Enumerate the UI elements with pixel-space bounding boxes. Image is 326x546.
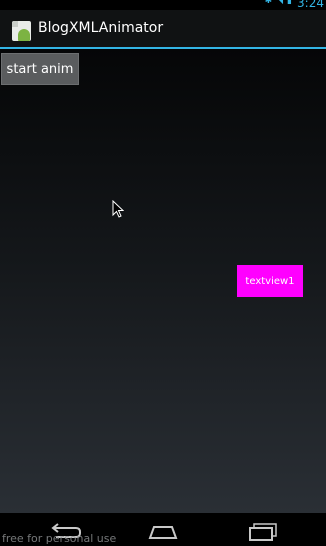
navigation-bar: free for personal use [0,513,326,546]
recent-apps-icon[interactable] [246,521,280,541]
status-icons: ✱ ◥ ▮ [265,0,292,6]
home-icon[interactable] [146,521,180,541]
status-clock: 3:24 [297,0,324,10]
status-bar: ✱ ◥ ▮ 3:24 [0,0,326,10]
app-icon-fold [12,21,18,27]
battery-icon: ▮ [287,0,292,6]
main-content: start anim textview1 [0,49,326,513]
mouse-cursor-icon [112,200,124,218]
emulator-screen: ✱ ◥ ▮ 3:24 BlogXMLAnimator start anim te… [0,0,326,546]
android-droid-icon [18,29,30,41]
start-anim-button[interactable]: start anim [1,53,79,85]
wifi-icon: ◥ [276,0,284,6]
android-app-icon[interactable] [12,21,31,41]
watermark-text: free for personal use [2,532,117,545]
textview1: textview1 [237,265,303,297]
app-title: BlogXMLAnimator [38,20,164,36]
bluetooth-icon: ✱ [264,0,273,6]
